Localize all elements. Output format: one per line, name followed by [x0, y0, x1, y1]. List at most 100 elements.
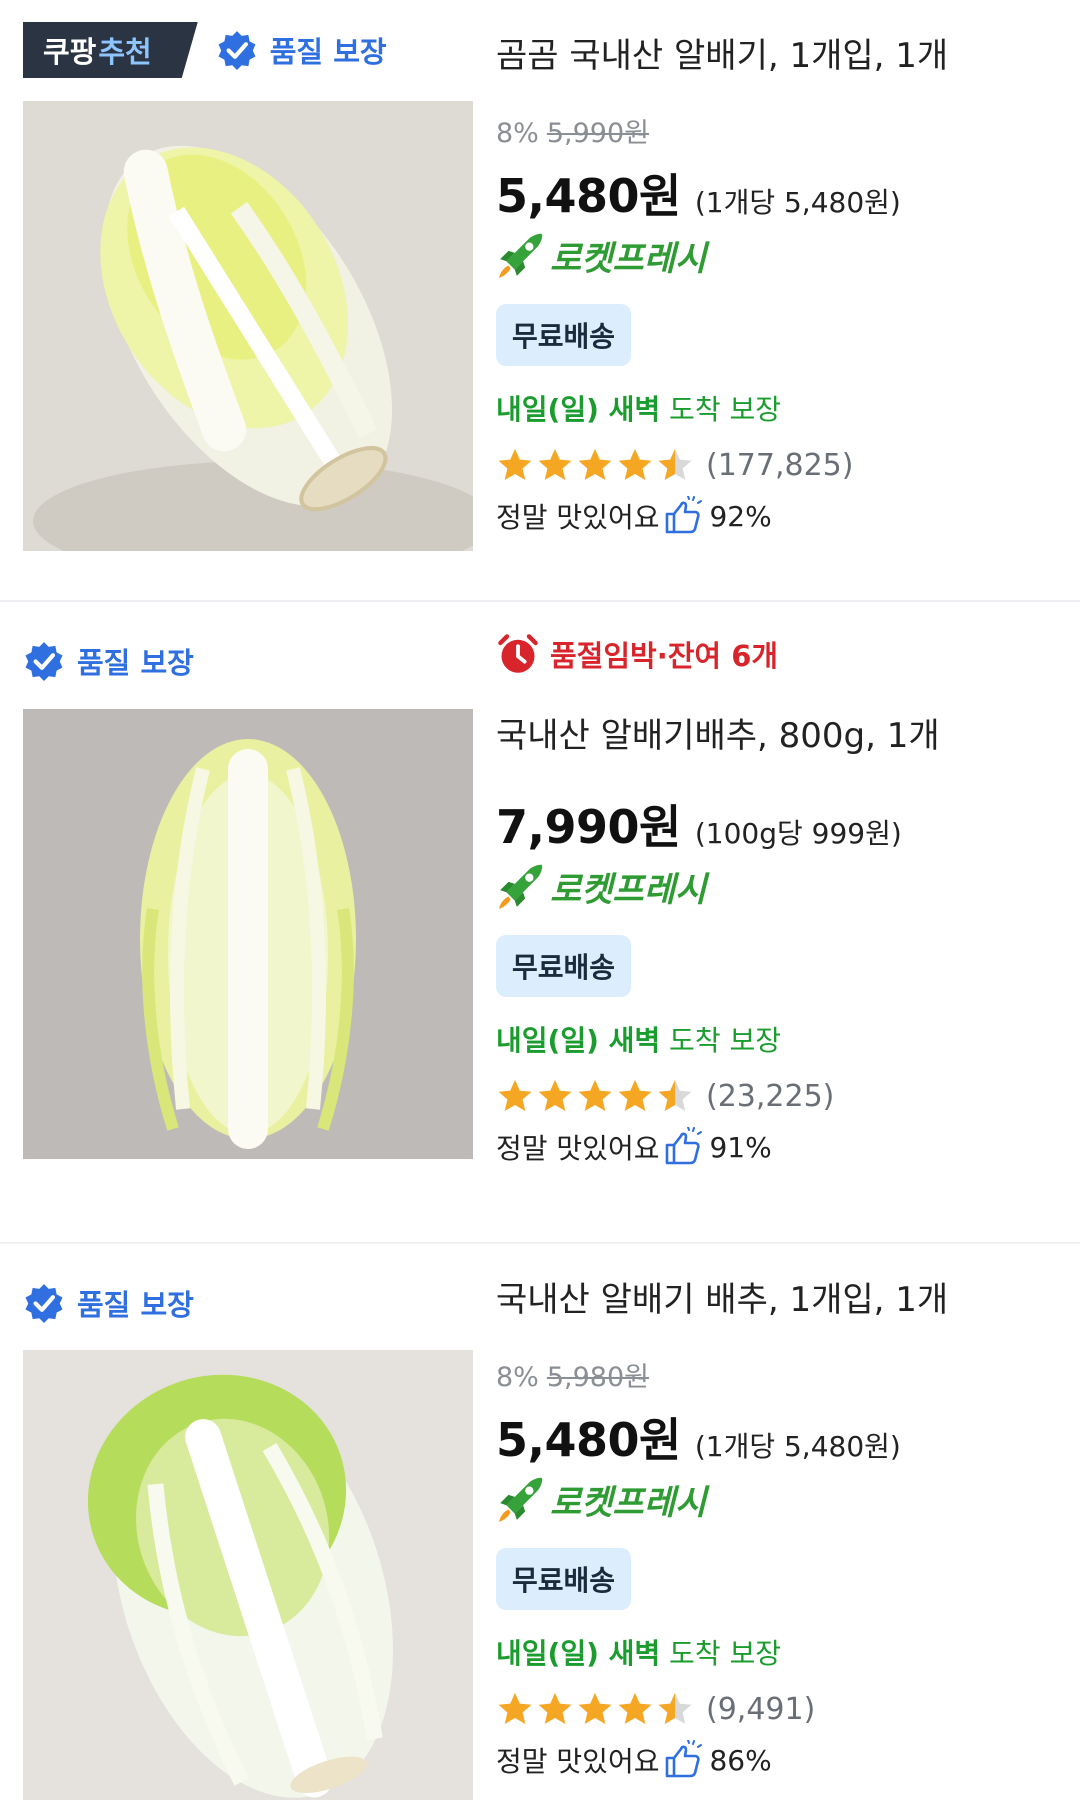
quality-badge: 품질 보장	[23, 640, 194, 682]
rocket-fresh-badge: 로켓프레시	[496, 861, 1056, 911]
badge-row: 품질 보장	[23, 632, 194, 690]
badge-row: 쿠팡 추천 품질 보장	[23, 21, 387, 79]
star-icon	[496, 446, 534, 484]
badge-row: 품질 보장	[23, 1274, 194, 1332]
thumbs-up-icon	[663, 1127, 703, 1167]
star-icon	[576, 1077, 614, 1115]
review-percent: 86%	[709, 1743, 772, 1777]
price-row: 5,480원 (1개당 5,480원)	[496, 1404, 1056, 1470]
delivery-date: 내일(일) 새벽	[496, 1637, 661, 1670]
delivery-date: 내일(일) 새벽	[496, 1024, 661, 1057]
product-card[interactable]: 쿠팡 추천 품질 보장 곰곰 국내산 알배기, 1개입, 1개 8% 5,990원	[0, 0, 1080, 600]
star-icon	[496, 1077, 534, 1115]
low-stock-text: 품절임박·잔여 6개	[550, 639, 779, 673]
free-shipping-badge: 무료배송	[496, 304, 632, 366]
discount-rate: 8%	[496, 1362, 539, 1393]
product-info: 국내산 알배기 배추, 1개입, 1개 8% 5,980원 5,480원 (1개당…	[496, 1272, 1056, 1780]
cabbage-image	[23, 1350, 473, 1800]
thumbs-up-icon	[663, 1740, 703, 1780]
review-percent: 92%	[709, 499, 772, 533]
delivery-note: 도착 보장	[660, 1637, 781, 1670]
star-half-icon	[656, 1690, 694, 1728]
original-price: 5,990원	[546, 118, 649, 149]
rocket-fresh-badge: 로켓프레시	[496, 1474, 1056, 1524]
rating-row: (9,491)	[496, 1690, 1056, 1728]
discount-rate: 8%	[496, 118, 539, 149]
verified-check-icon	[23, 1282, 65, 1324]
product-title[interactable]: 곰곰 국내산 알배기, 1개입, 1개	[496, 28, 1056, 77]
sale-price: 5,480원	[496, 169, 681, 223]
product-info: 곰곰 국내산 알배기, 1개입, 1개 8% 5,990원 5,480원 (1개당…	[496, 28, 1056, 536]
original-price: 5,980원	[546, 1362, 649, 1393]
rocket-icon	[496, 861, 546, 911]
sale-price: 7,990원	[496, 800, 681, 854]
quality-label: 품질 보장	[77, 1288, 194, 1322]
product-card[interactable]: 품질 보장 국내산 알배기 배추, 1개입, 1개 8% 5,980원 5,480…	[0, 1244, 1080, 1800]
delivery-guarantee: 내일(일) 새벽 도착 보장	[496, 1632, 1056, 1672]
alarm-clock-icon	[496, 632, 540, 676]
rocket-label: 로켓프레시	[550, 869, 707, 910]
review-count: (23,225)	[706, 1078, 835, 1114]
badge-accent-text: 추천	[98, 35, 152, 69]
review-text: 정말 맛있어요	[496, 501, 660, 534]
badge-main-text: 쿠팡	[43, 35, 97, 69]
original-price-row: 8% 5,980원	[496, 1355, 1056, 1394]
review-summary: 정말 맛있어요 86%	[496, 1740, 1056, 1780]
thumbs-up-icon	[663, 496, 703, 536]
star-icon	[536, 446, 574, 484]
low-stock-alert: 품절임박·잔여 6개	[496, 632, 1056, 676]
unit-price: (1개당 5,480원)	[694, 1430, 901, 1463]
price-row: 5,480원 (1개당 5,480원)	[496, 160, 1056, 226]
quality-badge: 품질 보장	[216, 29, 387, 71]
delivery-guarantee: 내일(일) 새벽 도착 보장	[496, 388, 1056, 428]
review-text: 정말 맛있어요	[496, 1745, 660, 1778]
delivery-date: 내일(일) 새벽	[496, 393, 661, 426]
star-icon	[496, 1690, 534, 1728]
star-icon	[576, 446, 614, 484]
free-shipping-badge: 무료배송	[496, 935, 632, 997]
review-summary: 정말 맛있어요 91%	[496, 1127, 1056, 1167]
quality-label: 품질 보장	[77, 646, 194, 680]
product-image[interactable]	[23, 1350, 473, 1800]
rocket-label: 로켓프레시	[550, 1482, 707, 1523]
unit-price: (100g당 999원)	[694, 817, 902, 850]
price-row: 7,990원 (100g당 999원)	[496, 791, 1056, 857]
review-percent: 91%	[709, 1130, 772, 1164]
review-summary: 정말 맛있어요 92%	[496, 496, 1056, 536]
original-price-row: 8% 5,990원	[496, 111, 1056, 150]
product-card[interactable]: 품질 보장 품절임박·잔여 6개 국내산 알배기배추, 800g, 1개 7,9…	[0, 602, 1080, 1242]
star-icon	[616, 1077, 654, 1115]
rocket-icon	[496, 230, 546, 280]
star-icon	[616, 1690, 654, 1728]
delivery-note: 도착 보장	[660, 1024, 781, 1057]
sale-price: 5,480원	[496, 1413, 681, 1467]
star-icon	[616, 446, 654, 484]
quality-badge: 품질 보장	[23, 1282, 194, 1324]
cabbage-image	[23, 101, 473, 551]
star-rating	[496, 446, 696, 484]
star-icon	[576, 1690, 614, 1728]
review-count: (177,825)	[706, 447, 854, 483]
verified-check-icon	[216, 29, 258, 71]
quality-label: 품질 보장	[269, 35, 387, 69]
delivery-note: 도착 보장	[660, 393, 781, 426]
verified-check-icon	[23, 640, 65, 682]
rocket-fresh-badge: 로켓프레시	[496, 230, 1056, 280]
product-image[interactable]	[23, 101, 473, 551]
star-icon	[536, 1077, 574, 1115]
star-half-icon	[656, 1077, 694, 1115]
star-half-icon	[656, 446, 694, 484]
product-image[interactable]	[23, 709, 473, 1159]
review-text: 정말 맛있어요	[496, 1132, 660, 1165]
star-icon	[536, 1690, 574, 1728]
product-info: 품절임박·잔여 6개 국내산 알배기배추, 800g, 1개 7,990원 (1…	[496, 632, 1056, 1167]
cabbage-image	[23, 709, 473, 1159]
unit-price: (1개당 5,480원)	[694, 186, 901, 219]
product-title[interactable]: 국내산 알배기배추, 800g, 1개	[496, 708, 1056, 757]
free-shipping-badge: 무료배송	[496, 1548, 632, 1610]
star-rating	[496, 1077, 696, 1115]
coupang-recommend-badge: 쿠팡 추천	[23, 22, 198, 78]
delivery-guarantee: 내일(일) 새벽 도착 보장	[496, 1019, 1056, 1059]
product-title[interactable]: 국내산 알배기 배추, 1개입, 1개	[496, 1272, 1056, 1321]
rating-row: (177,825)	[496, 446, 1056, 484]
